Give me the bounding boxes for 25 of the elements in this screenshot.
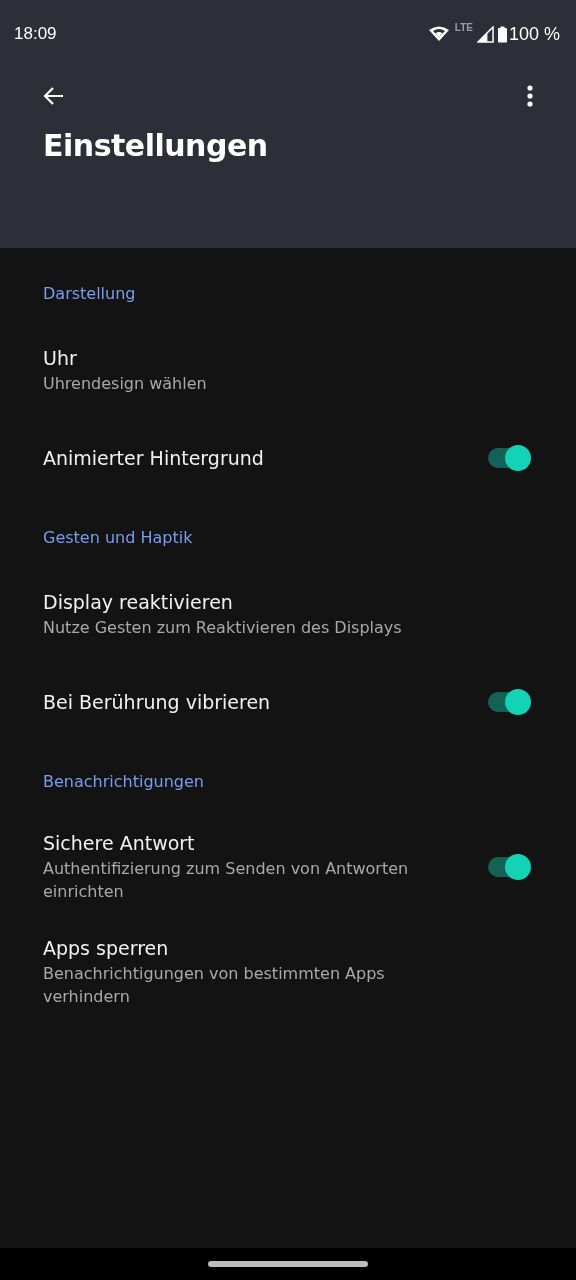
home-handle[interactable] bbox=[208, 1261, 368, 1267]
more-icon[interactable] bbox=[527, 84, 533, 108]
status-time: 18:09 bbox=[14, 24, 57, 44]
setting-title[interactable]: Animierter Hintergrund bbox=[43, 444, 264, 472]
battery-percent: 100 % bbox=[508, 23, 560, 45]
wifi-icon bbox=[428, 26, 449, 42]
setting-title[interactable]: Sichere Antwort bbox=[43, 830, 453, 857]
setting-title[interactable]: Bei Berührung vibrieren bbox=[43, 688, 271, 716]
section-header: Benachrichtigungen bbox=[42, 771, 205, 793]
toggle-switch[interactable] bbox=[488, 692, 528, 712]
setting-summary: Authentifizierung zum Senden von Antworten einrichten bbox=[43, 858, 410, 903]
setting-title[interactable]: Display reaktivieren bbox=[43, 589, 402, 616]
toggle-switch[interactable] bbox=[488, 448, 528, 468]
setting-title[interactable]: Uhr bbox=[43, 345, 207, 372]
setting-summary: Nutze Gesten zum Reaktivieren des Displays bbox=[43, 617, 402, 639]
toggle-switch[interactable] bbox=[488, 856, 528, 877]
network-label: LTE bbox=[454, 21, 473, 33]
section-header: Darstellung bbox=[42, 283, 137, 305]
signal-icon bbox=[476, 25, 494, 43]
setting-summary: Benachrichtigungen von bestimmten Apps verhindern bbox=[43, 963, 386, 1008]
setting-title[interactable]: Apps sperren bbox=[43, 935, 453, 962]
battery-icon bbox=[497, 25, 507, 43]
page-title: Einstellungen bbox=[43, 128, 269, 163]
section-header: Gesten und Haptik bbox=[42, 527, 194, 549]
setting-summary: Uhrendesign wählen bbox=[43, 373, 207, 395]
